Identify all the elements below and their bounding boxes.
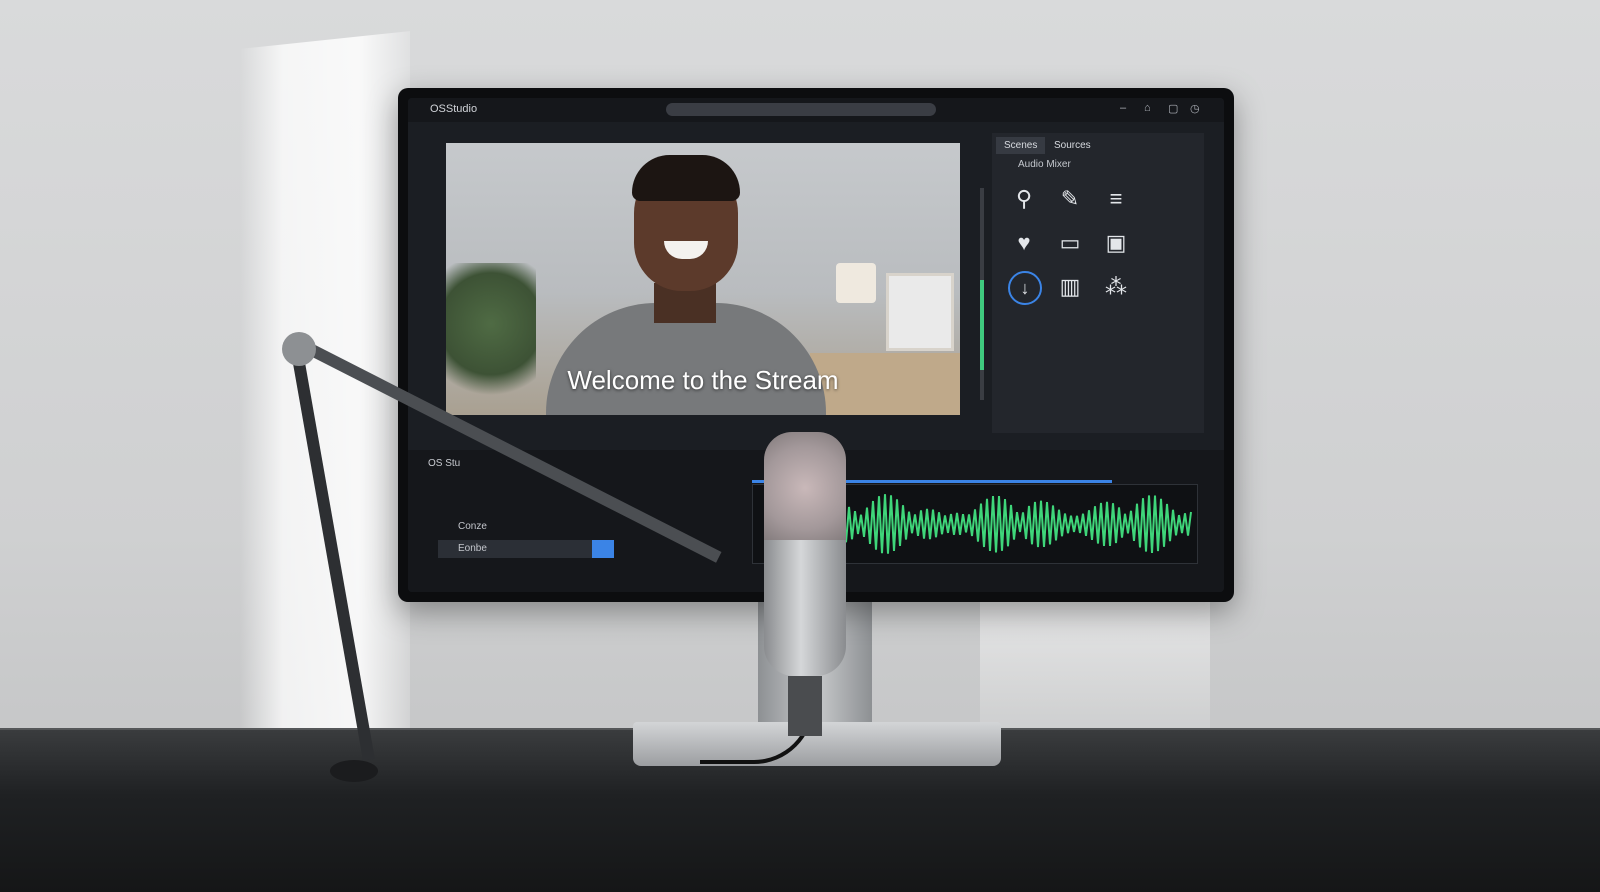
source-action-button[interactable] <box>592 540 614 558</box>
volume-meter-fill <box>980 280 984 370</box>
bars-icon[interactable]: ▥ <box>1052 269 1088 305</box>
cluster-icon[interactable]: ⁂ <box>1098 269 1134 305</box>
microphone-head <box>764 432 846 544</box>
bottom-title: OS Stu <box>428 458 461 469</box>
picture-frame <box>886 273 954 351</box>
audio-mixer-label: Audio Mixer <box>1018 159 1071 170</box>
stream-caption: Welcome to the Stream <box>567 365 839 395</box>
app-title: OSStudio <box>430 103 478 115</box>
mic-arm-base <box>330 760 378 782</box>
microphone-connector <box>788 676 822 736</box>
microphone-body <box>764 540 846 676</box>
heart-icon[interactable]: ♥ <box>1006 225 1042 261</box>
magnifier-icon[interactable]: ⚲ <box>1006 181 1042 217</box>
source-row[interactable]: Eonbe <box>438 540 614 558</box>
mic-icon[interactable]: ↓ <box>1008 271 1042 305</box>
mic-arm-joint <box>282 332 316 366</box>
search-bar[interactable] <box>666 103 936 116</box>
pen-icon[interactable]: ✎ <box>1052 181 1088 217</box>
tab-scenes[interactable]: Scenes <box>996 137 1046 154</box>
clock-icon[interactable]: ◷ <box>1190 102 1200 115</box>
person-hair <box>632 155 740 201</box>
minimize-icon[interactable]: – <box>1120 102 1126 114</box>
titlebar: OSStudio – ⌂ ▢ ◷ <box>408 98 1224 122</box>
maximize-icon[interactable]: ⌂ <box>1144 102 1151 114</box>
window-icon[interactable]: ▢ <box>1168 102 1178 115</box>
source-row[interactable]: Conze <box>438 518 608 536</box>
lines-icon[interactable]: ≡ <box>1098 181 1134 217</box>
right-panel: Scenes Sources Audio Mixer ⚲ ✎ ≡ ♥ ▭ ▣ ↓… <box>992 133 1204 433</box>
screen-icon[interactable]: ▭ <box>1052 225 1088 261</box>
lamp <box>836 263 876 303</box>
crop-icon[interactable]: ▣ <box>1098 225 1134 261</box>
source-label: Eonbe <box>458 543 487 554</box>
tab-sources[interactable]: Sources <box>1046 137 1099 154</box>
source-label: Conze <box>458 521 487 532</box>
stream-preview: Welcome to the Stream <box>446 143 960 415</box>
volume-meter <box>980 188 984 400</box>
